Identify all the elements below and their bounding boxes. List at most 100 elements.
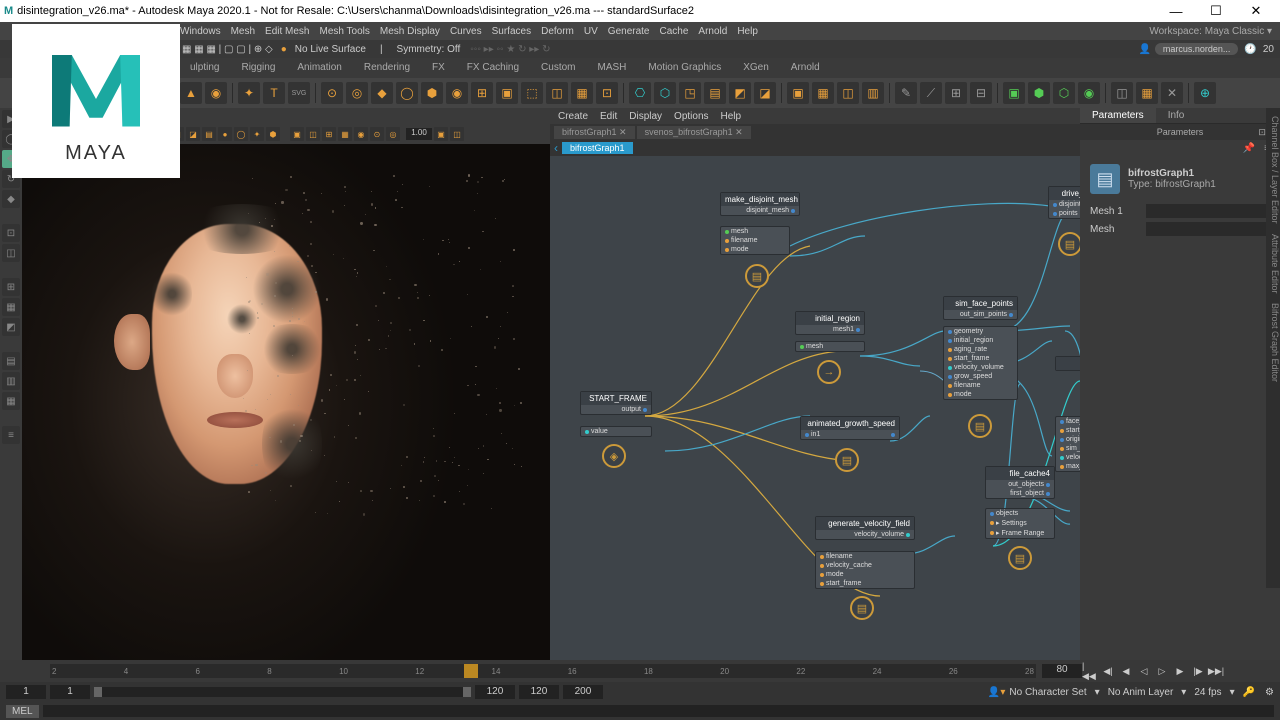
- tool-icon[interactable]: ◫: [2, 244, 20, 262]
- graph-node-sim-face[interactable]: sim_face_points out_sim_points: [943, 296, 1018, 320]
- shelf-button-icon[interactable]: ◫: [837, 82, 859, 104]
- menu-item[interactable]: Deform: [541, 26, 574, 37]
- shelf-button-icon[interactable]: ⎔: [629, 82, 651, 104]
- scale-tool-icon[interactable]: ◆: [2, 190, 20, 208]
- menu-item[interactable]: Mesh Display: [380, 26, 440, 37]
- node-result-icon[interactable]: ◈: [602, 444, 626, 468]
- attr-tab[interactable]: Parameters: [1080, 108, 1156, 123]
- step-back-icon[interactable]: ◀|: [1100, 664, 1116, 678]
- node-result-icon[interactable]: ▤: [968, 414, 992, 438]
- shelf-button-icon[interactable]: ◫: [546, 82, 568, 104]
- vp-tool-icon[interactable]: ◉: [354, 127, 368, 141]
- anim-layer-label[interactable]: No Anim Layer: [1108, 687, 1174, 698]
- shelf-button-icon[interactable]: ◳: [679, 82, 701, 104]
- graph-node-animated-speed[interactable]: animated_growth_speed in1: [800, 416, 900, 440]
- range-frame-b[interactable]: 200: [563, 685, 603, 699]
- char-set-label[interactable]: No Character Set: [1009, 687, 1086, 698]
- shelf-tab[interactable]: FX: [422, 60, 455, 76]
- shelf-button-icon[interactable]: ⊕: [1194, 82, 1216, 104]
- shelf-tab[interactable]: Custom: [531, 60, 585, 76]
- goto-end-icon[interactable]: ▶▶|: [1208, 664, 1224, 678]
- shelf-tab[interactable]: Rigging: [231, 60, 285, 76]
- side-tab[interactable]: Attribute Editor: [1266, 234, 1280, 294]
- shelf-button-icon[interactable]: ▦: [812, 82, 834, 104]
- shelf-button-icon[interactable]: ▤: [704, 82, 726, 104]
- shelf-button-icon[interactable]: ✎: [895, 82, 917, 104]
- vp-tool-icon[interactable]: ⊙: [370, 127, 384, 141]
- range-frame-a[interactable]: 120: [519, 685, 559, 699]
- shelf-button-icon[interactable]: ⊞: [471, 82, 493, 104]
- vp-tool-icon[interactable]: ▣: [290, 127, 304, 141]
- vp-tool-icon[interactable]: ⊞: [322, 127, 336, 141]
- shelf-tab[interactable]: ulpting: [180, 60, 229, 76]
- live-surface-indicator[interactable]: No Live Surface: [295, 44, 366, 55]
- graph-node-disjoint-mesh[interactable]: mesh filename mode: [720, 226, 790, 255]
- vp-tool-icon[interactable]: ◫: [306, 127, 320, 141]
- shelf-tab[interactable]: XGen: [733, 60, 779, 76]
- node-menu[interactable]: Options: [674, 111, 708, 122]
- shelf-button-svg-icon[interactable]: SVG: [288, 82, 310, 104]
- graph-node-drive-mesh[interactable]: drive_mesh disjoint_m... points: [1048, 186, 1080, 219]
- graph-node-make-disjoint[interactable]: make_disjoint_mesh disjoint_mesh: [720, 192, 800, 216]
- menu-item[interactable]: Surfaces: [492, 26, 531, 37]
- menu-item[interactable]: Windows: [180, 26, 221, 37]
- back-icon[interactable]: ‹: [554, 141, 558, 155]
- node-tab[interactable]: svenos_bifrostGraph1 ✕: [637, 126, 751, 139]
- vp-tool-icon[interactable]: ⬢: [266, 127, 280, 141]
- shelf-tab[interactable]: MASH: [588, 60, 637, 76]
- tool-icon[interactable]: ⊡: [2, 224, 20, 242]
- tool-icon[interactable]: ⊞: [2, 278, 20, 296]
- node-result-icon[interactable]: ▤: [835, 448, 859, 472]
- vp-value[interactable]: 1.00: [406, 128, 432, 140]
- tool-icon[interactable]: ▤: [2, 352, 20, 370]
- maximize-button[interactable]: ☐: [1196, 0, 1236, 22]
- mel-label[interactable]: MEL: [6, 705, 39, 718]
- step-fwd-icon[interactable]: |▶: [1190, 664, 1206, 678]
- command-input[interactable]: [43, 705, 1274, 717]
- shelf-button-icon[interactable]: ▣: [496, 82, 518, 104]
- menu-item[interactable]: Help: [737, 26, 758, 37]
- shelf-button-icon[interactable]: ◎: [346, 82, 368, 104]
- shelf-button-icon[interactable]: ⬢: [1028, 82, 1050, 104]
- shelf-tab[interactable]: Motion Graphics: [638, 60, 731, 76]
- shelf-tab[interactable]: FX Caching: [457, 60, 529, 76]
- graph-node-initial-region[interactable]: initial_region mesh1: [795, 311, 865, 335]
- graph-node[interactable]: mesh: [795, 341, 865, 352]
- prefs-icon[interactable]: ⚙: [1265, 687, 1274, 698]
- shelf-button-icon[interactable]: ▦: [1136, 82, 1158, 104]
- symmetry-indicator[interactable]: Symmetry: Off: [397, 44, 461, 55]
- tool-icon[interactable]: ▦: [2, 298, 20, 316]
- shelf-button-icon[interactable]: ◯: [396, 82, 418, 104]
- shelf-button-icon[interactable]: ⬡: [654, 82, 676, 104]
- node-menu[interactable]: Help: [721, 111, 742, 122]
- tool-icon[interactable]: ≡: [2, 426, 20, 444]
- breadcrumb-item[interactable]: bifrostGraph1: [562, 142, 633, 154]
- node-result-icon[interactable]: ▤: [1058, 232, 1080, 256]
- menu-item[interactable]: Generate: [608, 26, 650, 37]
- shelf-button-icon[interactable]: ▣: [787, 82, 809, 104]
- timeline-cursor[interactable]: [464, 664, 478, 678]
- play-icon[interactable]: ▷: [1154, 664, 1170, 678]
- shelf-button-icon[interactable]: ◪: [754, 82, 776, 104]
- node-menu[interactable]: Edit: [600, 111, 617, 122]
- shelf-button-icon[interactable]: ▦: [571, 82, 593, 104]
- shelf-button-icon[interactable]: ⊟: [970, 82, 992, 104]
- user-badge[interactable]: marcus.norden...: [1155, 43, 1239, 55]
- next-key-icon[interactable]: ▶: [1172, 664, 1188, 678]
- shelf-button-icon[interactable]: ▣: [1003, 82, 1025, 104]
- attr-field[interactable]: [1146, 204, 1270, 218]
- vp-tool-icon[interactable]: ▦: [338, 127, 352, 141]
- menu-item[interactable]: Edit Mesh: [265, 26, 309, 37]
- vp-tool-icon[interactable]: ◎: [386, 127, 400, 141]
- menu-item[interactable]: Curves: [450, 26, 482, 37]
- node-result-icon[interactable]: ▤: [850, 596, 874, 620]
- attr-field[interactable]: [1146, 222, 1270, 236]
- pin-icon[interactable]: 📌: [1242, 142, 1256, 154]
- graph-node-generate-velocity[interactable]: generate_velocity_field velocity_volume: [815, 516, 915, 540]
- shelf-button-poly-icon[interactable]: ▲: [180, 82, 202, 104]
- vp-tool-icon[interactable]: ●: [218, 127, 232, 141]
- node-menu[interactable]: Display: [629, 111, 662, 122]
- shelf-button-icon[interactable]: ⟋: [920, 82, 942, 104]
- menu-item[interactable]: Cache: [660, 26, 689, 37]
- graph-node-vel-props[interactable]: filename velocity_cache mode start_frame: [815, 551, 915, 589]
